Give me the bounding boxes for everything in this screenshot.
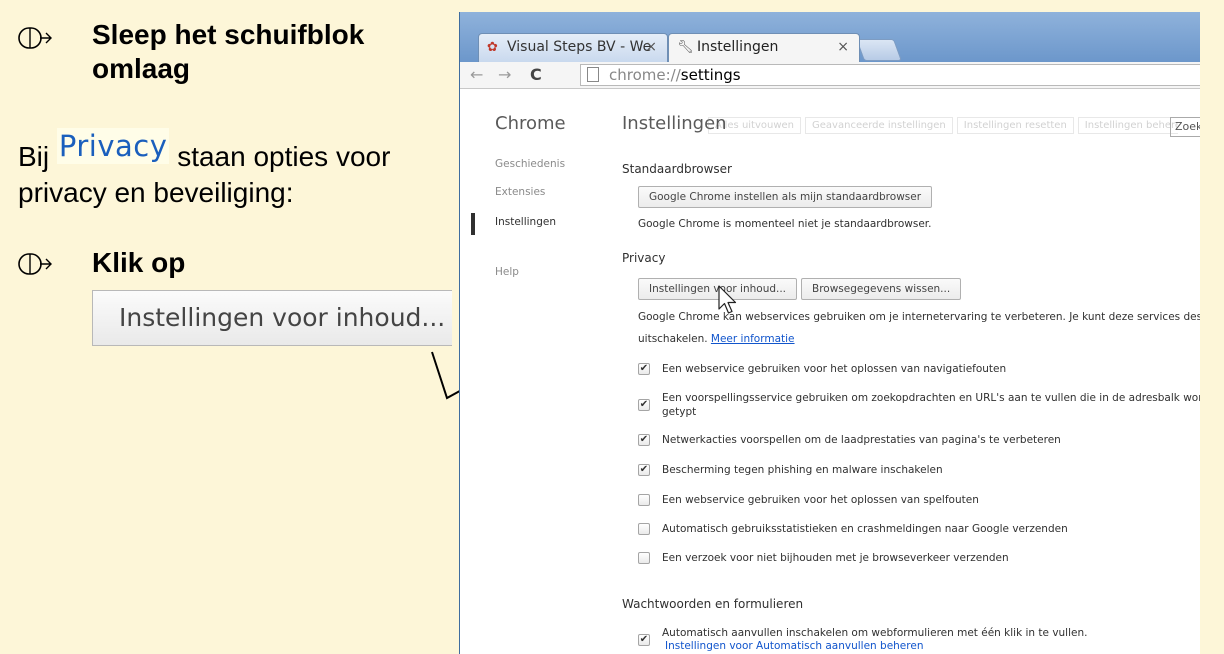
instruction-paragraph: Bij Privacy staan opties voor privacy en… — [18, 128, 391, 211]
sidebar-title: Chrome — [495, 113, 566, 134]
page-icon — [587, 67, 599, 82]
checkbox-checked[interactable]: ✔ — [638, 464, 650, 476]
settings-search-input[interactable]: Zoek — [1170, 117, 1200, 137]
settings-page: Chrome Geschiedenis Extensies Instelling… — [460, 89, 1200, 654]
ghost-button: Instellingen beheren — [1077, 117, 1178, 134]
sidebar-item-settings[interactable]: Instellingen — [495, 216, 556, 228]
browser-toolbar: ← → C chrome://settings — [460, 62, 1200, 89]
tab-label: Visual Steps BV - We — [507, 39, 652, 55]
sidebar-active-marker — [471, 213, 475, 235]
close-tab-icon[interactable]: × — [645, 39, 657, 55]
visual-steps-favicon: ✿ — [487, 40, 498, 55]
url-scheme: chrome:// — [609, 66, 681, 84]
tab-visual-steps[interactable]: ✿ Visual Steps BV - We × — [478, 33, 668, 62]
more-info-link[interactable]: Meer informatie — [711, 333, 795, 345]
checkbox-unchecked[interactable] — [638, 494, 650, 506]
sidebar-item-history[interactable]: Geschiedenis — [495, 158, 565, 170]
checkbox-checked[interactable]: ✔ — [638, 363, 650, 375]
privacy-heading: Privacy — [622, 251, 666, 265]
option-label: Een voorspellingsservice gebruiken om zo… — [662, 392, 1200, 404]
ghost-button: Alles uitvouwen — [708, 117, 802, 134]
forward-button[interactable]: → — [498, 65, 511, 84]
option-label: Een webservice gebruiken voor het oploss… — [662, 363, 1007, 375]
passwords-forms-heading: Wachtwoorden en formulieren — [622, 597, 804, 611]
paragraph-prefix: Bij — [18, 141, 50, 172]
tab-strip: ✿ Visual Steps BV - We × 🔧︎ Instellingen × — [460, 12, 1200, 62]
mouse-click-icon — [18, 27, 52, 49]
ghost-button: Geavanceerde instellingen — [805, 117, 953, 134]
option-label: Een webservice gebruiken voor het oploss… — [662, 494, 979, 506]
checkbox-checked[interactable]: ✔ — [638, 399, 650, 411]
wrench-icon: 🔧︎ — [677, 40, 694, 55]
clear-browsing-data-button[interactable]: Browsegegevens wissen... — [801, 278, 962, 300]
ghost-button: Instellingen resetten — [956, 117, 1074, 134]
option-label: Bescherming tegen phishing en malware in… — [662, 464, 943, 476]
sidebar-item-help[interactable]: Help — [495, 266, 519, 278]
option-label: Automatisch gebruiksstatistieken en cras… — [662, 523, 1068, 535]
tab-label: Instellingen — [697, 39, 779, 55]
checkbox-unchecked[interactable] — [638, 552, 650, 564]
privacy-heading-snippet: Privacy — [56, 128, 170, 164]
option-label-continued: getypt — [662, 406, 697, 418]
checkbox-checked[interactable]: ✔ — [638, 634, 650, 646]
option-label: Automatisch aanvullen inschakelen om web… — [662, 627, 1088, 639]
set-default-browser-button[interactable]: Google Chrome instellen als mijn standaa… — [638, 186, 933, 208]
sidebar-item-extensions[interactable]: Extensies — [495, 186, 545, 198]
mouse-pointer-icon — [718, 285, 737, 314]
reload-button[interactable]: C — [530, 65, 542, 84]
paragraph-line-2: privacy en beveiliging: — [18, 177, 294, 208]
step-title-drag-scrollbar: Sleep het schuifblok omlaag — [92, 19, 365, 84]
faded-header-buttons: Alles uitvouwen Geavanceerde instellingen… — [708, 117, 1178, 137]
mouse-click-icon — [18, 253, 52, 275]
back-button[interactable]: ← — [470, 65, 483, 84]
privacy-description-prefix: uitschakelen. — [638, 333, 708, 345]
privacy-description-line2: uitschakelen. Meer informatie — [638, 333, 795, 345]
step-title-click: Klik op — [92, 247, 186, 278]
url-path: settings — [680, 66, 741, 84]
checkbox-unchecked[interactable] — [638, 523, 650, 535]
tab-settings[interactable]: 🔧︎ Instellingen × — [668, 33, 860, 62]
address-bar[interactable]: chrome://settings — [580, 64, 1200, 86]
option-label: Netwerkacties voorspellen om de laadpres… — [662, 434, 1061, 446]
default-browser-status: Google Chrome is momenteel niet je stand… — [638, 218, 932, 230]
close-tab-icon[interactable]: × — [837, 39, 849, 55]
autofill-settings-link[interactable]: Instellingen voor Automatisch aanvullen … — [665, 640, 923, 652]
default-browser-heading: Standaardbrowser — [622, 162, 732, 176]
checkbox-checked[interactable]: ✔ — [638, 434, 650, 446]
new-tab-button[interactable] — [855, 39, 903, 61]
browser-window: ✿ Visual Steps BV - We × 🔧︎ Instellingen ×… — [459, 12, 1200, 654]
paragraph-suffix: staan opties voor — [177, 141, 391, 172]
option-label: Een verzoek voor niet bijhouden met je b… — [662, 552, 1009, 564]
content-settings-button-zoom: Instellingen voor inhoud... — [92, 290, 452, 346]
